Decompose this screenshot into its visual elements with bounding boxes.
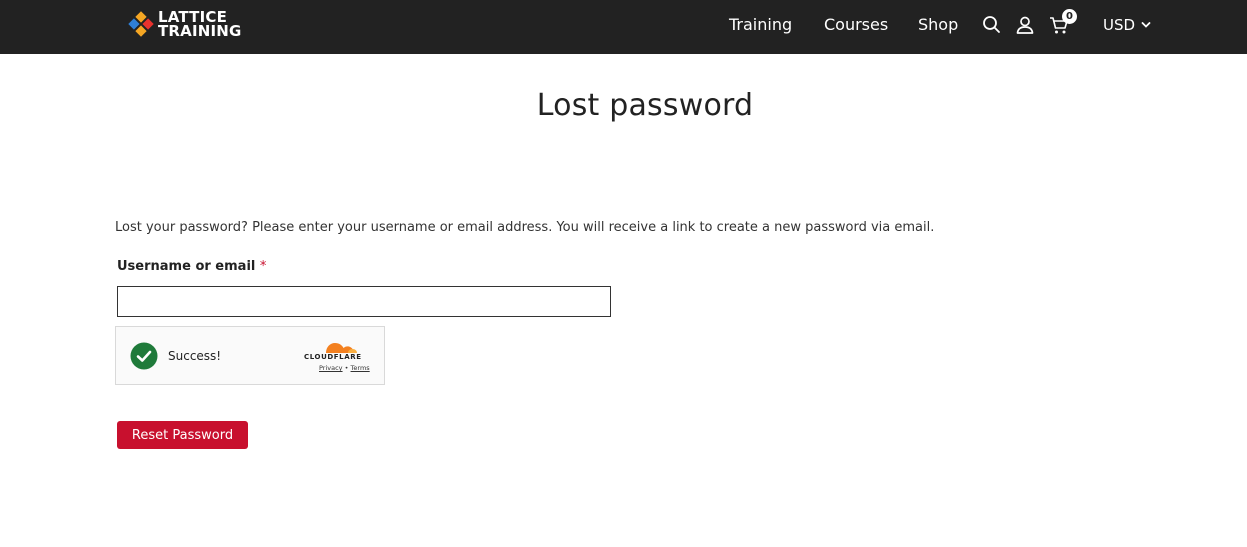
logo-line-2: TRAINING: [158, 22, 242, 40]
cloudflare-brand: CLOUDFLARE: [304, 353, 362, 361]
lattice-logo-icon: [128, 11, 154, 37]
nav-shop[interactable]: Shop: [918, 15, 958, 35]
success-check-icon: [130, 342, 158, 370]
logo-wordmark: LATTICE TRAINING: [158, 10, 242, 40]
currency-selector[interactable]: USD: [1103, 15, 1151, 35]
instructions-text: Lost your password? Please enter your us…: [115, 220, 935, 235]
top-navbar: LATTICE TRAINING Training Courses Shop 0…: [0, 0, 1247, 54]
cloudflare-turnstile-widget: Success! CLOUDFLARE Privacy • Terms: [115, 326, 385, 385]
chevron-down-icon: [1141, 22, 1151, 28]
cart-count-badge: 0: [1062, 9, 1077, 24]
link-separator: •: [344, 364, 349, 372]
user-icon[interactable]: [1014, 14, 1036, 36]
privacy-link[interactable]: Privacy: [319, 364, 343, 372]
captcha-links: Privacy • Terms: [319, 364, 370, 372]
search-icon[interactable]: [981, 14, 1003, 36]
required-marker: *: [259, 259, 267, 274]
username-email-label: Username or email *: [117, 259, 266, 275]
reset-password-button[interactable]: Reset Password: [117, 421, 248, 449]
username-email-input[interactable]: [117, 286, 611, 317]
nav-courses[interactable]: Courses: [824, 15, 888, 35]
currency-value: USD: [1103, 16, 1136, 34]
captcha-status: Success!: [168, 349, 222, 363]
page-title: Lost password: [536, 88, 754, 123]
terms-link[interactable]: Terms: [351, 364, 370, 372]
nav-training[interactable]: Training: [729, 15, 792, 35]
site-logo[interactable]: LATTICE TRAINING: [127, 9, 242, 39]
field-label-text: Username or email: [117, 259, 256, 274]
